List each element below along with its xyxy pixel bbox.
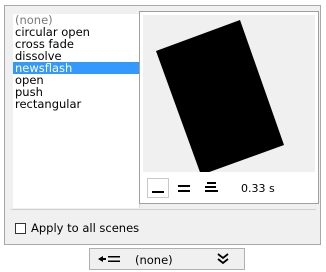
speed-slow-button[interactable] — [147, 178, 169, 198]
speed-medium-button[interactable] — [174, 178, 196, 198]
speed-fast-button[interactable] — [201, 178, 223, 198]
apply-all-checkbox[interactable] — [15, 222, 26, 234]
divider — [11, 209, 316, 210]
medium-icon — [178, 185, 190, 192]
fast-icon — [205, 182, 218, 192]
preview-frame: 0.33 s — [139, 11, 319, 204]
list-item[interactable]: rectangular — [13, 98, 139, 110]
double-chevron-down-icon[interactable] — [216, 252, 230, 266]
slow-icon — [152, 191, 164, 193]
duration-value: 0.33 s — [241, 182, 275, 195]
transition-preview — [143, 15, 315, 172]
apply-all-label[interactable]: Apply to all scenes — [31, 221, 139, 235]
transition-selector[interactable]: (none) — [89, 248, 245, 270]
apply-all-row[interactable]: Apply to all scenes — [15, 221, 139, 235]
speed-controls: 0.33 s — [143, 175, 315, 201]
preview-shape — [156, 20, 284, 172]
selection-label: (none) — [135, 253, 173, 267]
transition-panel: (none) circular open cross fade dissolve… — [4, 5, 321, 245]
transition-arrow-icon — [98, 256, 120, 262]
transition-list[interactable]: (none) circular open cross fade dissolve… — [13, 14, 140, 208]
